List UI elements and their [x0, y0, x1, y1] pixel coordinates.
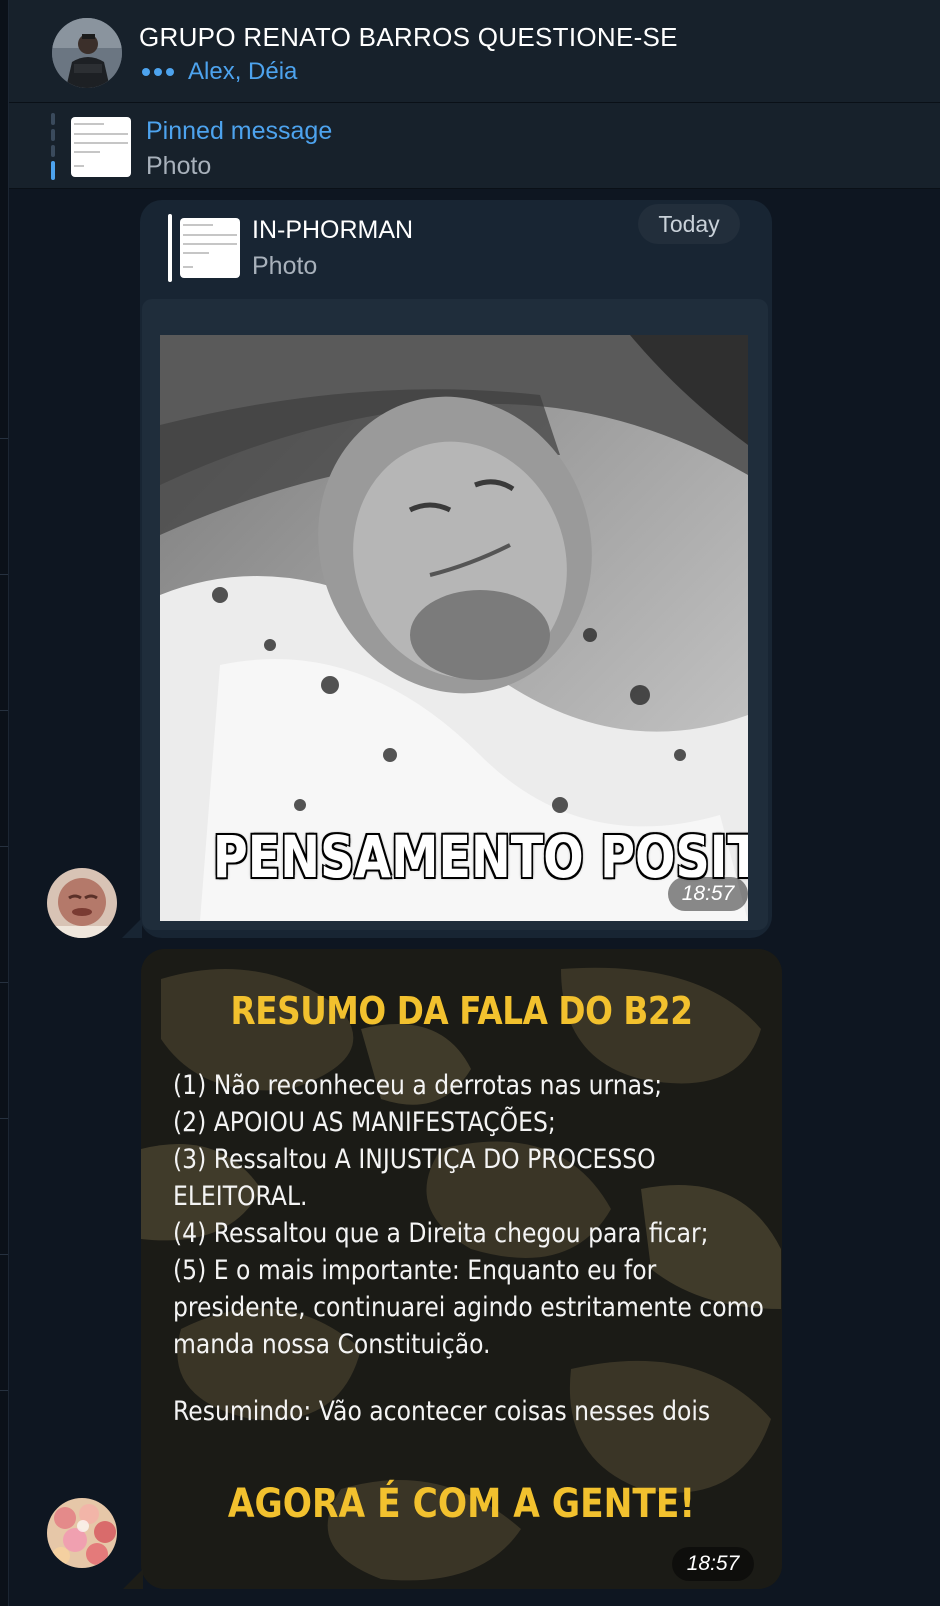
poster-line: (3) Ressaltou A INJUSTIÇA DO PROCESSO: [173, 1144, 656, 1175]
sender-avatar[interactable]: [47, 1498, 117, 1568]
poster-list: (1) Não reconheceu a derrotas nas urnas;…: [173, 1067, 765, 1363]
message-time: 18:57: [668, 877, 748, 911]
reply-preview: Photo: [252, 252, 318, 280]
reply-indicator: [168, 214, 172, 282]
pinned-indicator: [51, 113, 55, 180]
poster-line: manda nossa Constituição.: [173, 1329, 491, 1360]
poster-line: (2) APOIOU AS MANIFESTAÇÕES;: [173, 1107, 556, 1138]
date-badge: Today: [638, 204, 740, 244]
poster-summary: Resumindo: Vão acontecer coisas nesses d…: [173, 1396, 711, 1427]
message-photo[interactable]: PENSAMENTO POSITIVO 18:57: [160, 335, 748, 921]
poster-cta: AGORA É COM A GENTE!: [227, 1481, 696, 1527]
chat-header[interactable]: GRUPO RENATO BARROS QUESTIONE-SE Alex, D…: [9, 0, 940, 103]
poster-title: RESUMO DA FALA DO B22: [230, 989, 693, 1033]
message-time: 18:57: [672, 1547, 754, 1581]
message-bubble[interactable]: IN-PHORMAN Photo Today PENSAMENTO POSI 1…: [140, 200, 772, 938]
poster-message[interactable]: RESUMO DA FALA DO B22 (1) Não reconheceu…: [141, 949, 782, 1589]
chat-title[interactable]: GRUPO RENATO BARROS QUESTIONE-SE: [139, 22, 678, 53]
typing-status: Alex, Déia: [142, 58, 297, 86]
left-rail: [0, 0, 9, 1606]
pinned-thumbnail: [71, 117, 131, 177]
photo-caption: PENSAMENTO POSITIVO: [212, 823, 748, 891]
pinned-label[interactable]: Pinned message: [146, 117, 332, 146]
poster-line: presidente, continuarei agindo estritame…: [173, 1292, 764, 1323]
pinned-message-bar[interactable]: Pinned message Photo: [9, 103, 940, 189]
poster-line: ELEITORAL.: [173, 1181, 308, 1212]
group-avatar[interactable]: [52, 18, 122, 88]
photo-container[interactable]: PENSAMENTO POSITIVO 18:57: [142, 299, 768, 930]
reply-thumbnail: [180, 218, 240, 278]
typing-users: Alex, Déia: [188, 58, 298, 85]
poster-line: (1) Não reconheceu a derrotas nas urnas;: [173, 1070, 663, 1101]
bubble-tail: [122, 918, 142, 938]
pinned-preview: Photo: [146, 152, 212, 180]
reply-author[interactable]: IN-PHORMAN: [252, 216, 413, 245]
typing-dots-icon: [142, 68, 174, 76]
sender-avatar[interactable]: [47, 868, 117, 938]
poster-line: (4) Ressaltou que a Direita chegou para …: [173, 1218, 709, 1249]
poster-line: (5) E o mais importante: Enquanto eu for: [173, 1255, 657, 1286]
bubble-tail: [123, 1569, 143, 1589]
